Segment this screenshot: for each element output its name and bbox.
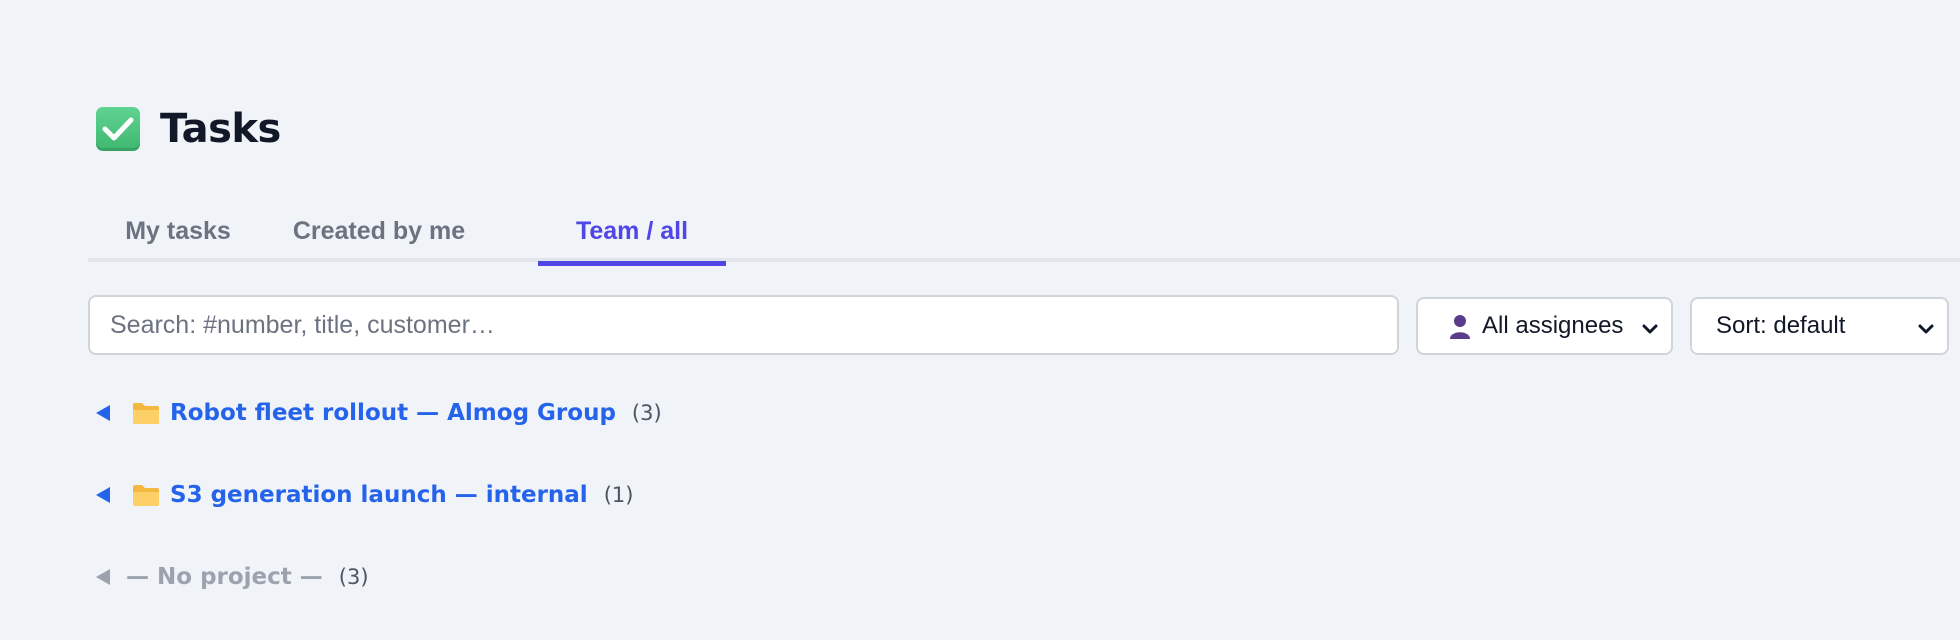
assignee-filter-label: All assignees [1482,312,1624,339]
project-group-name: — No project — [126,564,323,590]
triangle-left-icon[interactable] [96,405,110,421]
search-input[interactable] [88,295,1399,355]
triangle-left-icon[interactable] [96,569,110,585]
project-group-count: (3) [338,565,369,589]
page-title: Tasks [160,106,281,152]
check-box-icon [96,107,140,151]
project-group-name: Robot fleet rollout — Almog Group [170,400,616,426]
tab-bar: My tasks Created by me Team / all [88,200,1960,266]
assignee-filter-select[interactable]: All assignees [1416,297,1673,355]
project-group-count: (3) [631,401,662,425]
project-group-header[interactable]: — No project — (3) [96,564,369,590]
project-group-name: S3 generation launch — internal [170,482,588,508]
folder-icon [132,401,160,425]
project-group-header[interactable]: Robot fleet rollout — Almog Group (3) [96,400,662,426]
sort-select[interactable]: Sort: default [1690,297,1949,355]
chevron-down-icon [1641,317,1659,345]
tab-my-tasks[interactable]: My tasks [88,200,268,262]
tab-created-by-me[interactable]: Created by me [268,200,490,262]
person-icon [1448,313,1472,339]
tab-team-all[interactable]: Team / all [538,200,726,266]
folder-icon [132,483,160,507]
sort-label: Sort: default [1716,312,1846,339]
chevron-down-icon [1917,317,1935,345]
project-group-count: (1) [603,483,634,507]
project-group-header[interactable]: S3 generation launch — internal (1) [96,482,633,508]
page-header: Tasks [96,106,281,152]
tasks-page: Tasks My tasks Created by me Team / all … [0,0,1960,640]
triangle-left-icon[interactable] [96,487,110,503]
